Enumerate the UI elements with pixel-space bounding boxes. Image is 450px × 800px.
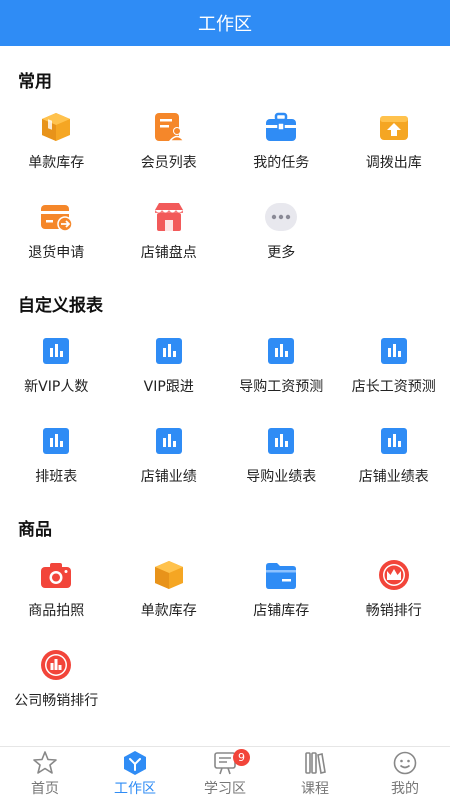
item-report-guide-salary[interactable]: 导购工资预测 xyxy=(225,316,338,406)
item-label: 排班表 xyxy=(35,469,78,485)
profile-face-icon xyxy=(392,750,418,776)
item-label: 店铺盘点 xyxy=(140,245,197,261)
item-single-stock[interactable]: 单款库存 xyxy=(0,92,113,182)
item-label: 店铺库存 xyxy=(253,603,310,619)
report-chart-icon xyxy=(264,334,298,368)
report-chart-icon xyxy=(264,424,298,458)
item-label: 店长工资预测 xyxy=(351,379,436,395)
item-label: 公司畅销排行 xyxy=(14,693,99,709)
item-label: 店铺业绩 xyxy=(140,469,197,485)
section-title-custom-reports: 自定义报表 xyxy=(18,296,103,316)
tab-label: 学习区 xyxy=(204,780,246,797)
tab-study[interactable]: 9 学习区 xyxy=(180,747,270,800)
item-company-bestseller-ranking[interactable]: 公司畅销排行 xyxy=(0,630,113,720)
home-star-icon xyxy=(32,750,58,776)
tab-label: 工作区 xyxy=(114,780,156,797)
item-report-new-vip[interactable]: 新VIP人数 xyxy=(0,316,113,406)
tab-courses[interactable]: 课程 xyxy=(270,747,360,800)
transfer-out-icon xyxy=(377,110,411,144)
item-label: 单款库存 xyxy=(140,603,197,619)
item-return-request[interactable]: 退货申请 xyxy=(0,182,113,272)
camera-icon xyxy=(39,558,73,592)
folder-icon xyxy=(264,558,298,592)
item-shop-inventory-check[interactable]: 店铺盘点 xyxy=(113,182,226,272)
item-member-list[interactable]: 会员列表 xyxy=(113,92,226,182)
tab-mine[interactable]: 我的 xyxy=(360,747,450,800)
workspace-content: 常用 单款库存 会员列表 我的任务 调拨出库 退货申请 店铺盘点 更多 自定义报… xyxy=(0,46,450,746)
reports-grid: 新VIP人数 VIP跟进 导购工资预测 店长工资预测 排班表 店铺业绩 导购业绩… xyxy=(0,316,450,496)
workspace-icon xyxy=(122,750,148,776)
item-report-guide-performance[interactable]: 导购业绩表 xyxy=(225,406,338,496)
item-single-stock-2[interactable]: 单款库存 xyxy=(113,540,226,630)
shop-icon xyxy=(152,200,186,234)
top-bar: 工作区 xyxy=(0,0,450,46)
item-my-tasks[interactable]: 我的任务 xyxy=(225,92,338,182)
report-chart-icon xyxy=(39,424,73,458)
tab-workspace[interactable]: 工作区 xyxy=(90,747,180,800)
more-icon xyxy=(264,200,298,234)
item-label: 我的任务 xyxy=(253,155,310,171)
item-label: 店铺业绩表 xyxy=(358,469,429,485)
item-label: 导购工资预测 xyxy=(239,379,324,395)
tab-label: 课程 xyxy=(301,780,329,797)
tab-label: 首页 xyxy=(31,780,59,797)
item-report-manager-salary[interactable]: 店长工资预测 xyxy=(338,316,450,406)
ranking-chart-icon xyxy=(39,648,73,682)
report-chart-icon xyxy=(377,334,411,368)
item-report-vip-follow[interactable]: VIP跟进 xyxy=(113,316,226,406)
crown-icon xyxy=(377,558,411,592)
bottom-tab-bar: 首页 工作区 9 学习区 课程 我的 xyxy=(0,746,450,800)
box-icon xyxy=(152,558,186,592)
briefcase-icon xyxy=(264,110,298,144)
item-label: 调拨出库 xyxy=(365,155,422,171)
item-product-photo[interactable]: 商品拍照 xyxy=(0,540,113,630)
tab-label: 我的 xyxy=(391,780,419,797)
item-label: 导购业绩表 xyxy=(246,469,317,485)
item-report-shop-performance-table[interactable]: 店铺业绩表 xyxy=(338,406,450,496)
item-label: 单款库存 xyxy=(28,155,85,171)
item-label: VIP跟进 xyxy=(143,379,194,395)
item-label: 新VIP人数 xyxy=(24,379,89,395)
item-shop-stock[interactable]: 店铺库存 xyxy=(225,540,338,630)
common-grid: 单款库存 会员列表 我的任务 调拨出库 退货申请 店铺盘点 更多 xyxy=(0,92,450,272)
tab-home[interactable]: 首页 xyxy=(0,747,90,800)
item-label: 更多 xyxy=(267,245,296,261)
item-transfer-out[interactable]: 调拨出库 xyxy=(338,92,450,182)
report-chart-icon xyxy=(377,424,411,458)
item-more[interactable]: 更多 xyxy=(225,182,338,272)
study-badge: 9 xyxy=(233,749,250,766)
report-chart-icon xyxy=(152,334,186,368)
member-list-icon xyxy=(152,110,186,144)
section-title-common: 常用 xyxy=(18,72,52,92)
item-label: 退货申请 xyxy=(28,245,85,261)
item-label: 会员列表 xyxy=(140,155,197,171)
return-icon xyxy=(39,200,73,234)
item-bestseller-ranking[interactable]: 畅销排行 xyxy=(338,540,450,630)
section-title-products: 商品 xyxy=(18,520,52,540)
item-label: 商品拍照 xyxy=(28,603,85,619)
report-chart-icon xyxy=(39,334,73,368)
item-report-schedule[interactable]: 排班表 xyxy=(0,406,113,496)
box-icon xyxy=(39,110,73,144)
item-label: 畅销排行 xyxy=(365,603,422,619)
item-report-shop-performance[interactable]: 店铺业绩 xyxy=(113,406,226,496)
books-icon xyxy=(302,750,328,776)
page-title: 工作区 xyxy=(198,14,252,35)
report-chart-icon xyxy=(152,424,186,458)
products-grid: 商品拍照 单款库存 店铺库存 畅销排行 公司畅销排行 xyxy=(0,540,450,720)
